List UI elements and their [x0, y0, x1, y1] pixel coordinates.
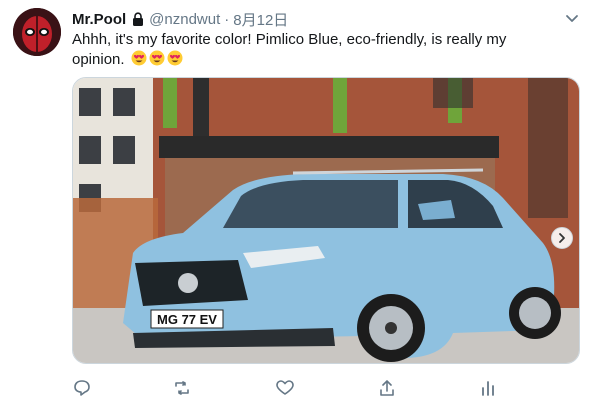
reply-icon[interactable]: [72, 378, 94, 400]
share-icon[interactable]: [377, 378, 399, 400]
tweet[interactable]: Mr.Pool @nzndwut · 8月12日 Ahhh, it's my f…: [0, 0, 596, 410]
heart-icon[interactable]: [275, 378, 297, 400]
heart-eyes-emoji: [149, 50, 165, 66]
chevron-down-icon[interactable]: [563, 9, 581, 27]
tweet-date[interactable]: 8月12日: [233, 9, 288, 30]
tweet-header: Mr.Pool @nzndwut · 8月12日: [72, 9, 288, 29]
user-handle[interactable]: @nzndwut: [149, 11, 220, 28]
analytics-icon[interactable]: [478, 378, 500, 400]
tweet-action-bar: [72, 378, 542, 400]
tweet-media-image[interactable]: MG 77 EV: [72, 77, 580, 364]
heart-eyes-emoji: [131, 50, 147, 66]
license-plate: MG 77 EV: [157, 312, 217, 327]
lock-icon: [131, 12, 145, 26]
retweet-icon[interactable]: [172, 378, 194, 400]
chevron-right-icon[interactable]: [551, 227, 573, 249]
separator: ·: [224, 10, 230, 28]
tweet-text: Ahhh, it's my favorite color! Pimlico Bl…: [72, 30, 562, 70]
display-name[interactable]: Mr.Pool: [72, 11, 126, 28]
avatar[interactable]: [13, 8, 61, 56]
heart-eyes-emoji: [167, 50, 183, 66]
